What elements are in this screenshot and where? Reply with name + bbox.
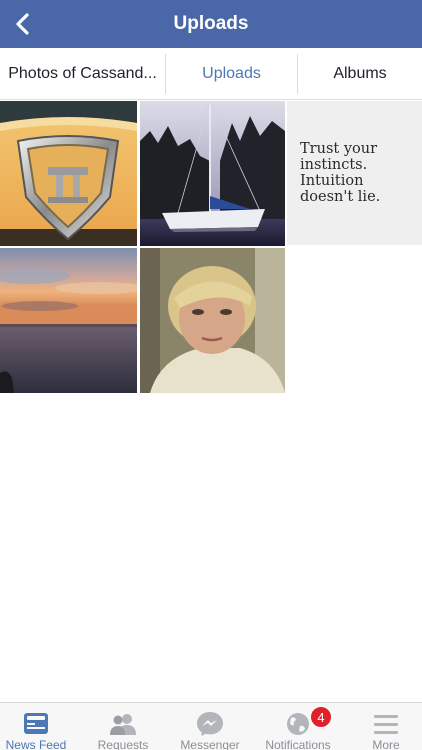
menu-icon xyxy=(374,715,398,734)
bottom-tab-bar: News Feed Requests Messenger Notificatio… xyxy=(0,702,422,750)
tab-more[interactable]: More xyxy=(344,703,422,750)
quote-text: Trust your instincts. Intuition doesn't … xyxy=(300,141,381,205)
tab-albums[interactable]: Albums xyxy=(298,48,422,100)
tab-label: More xyxy=(372,738,400,750)
photo-thumbnail-emblem[interactable] xyxy=(0,101,137,246)
messenger-icon xyxy=(197,712,223,736)
quote-image-tile[interactable]: Trust your instincts. Intuition doesn't … xyxy=(287,101,422,245)
tab-messenger[interactable]: Messenger xyxy=(168,703,252,750)
photo-thumbnail-sailboat[interactable] xyxy=(140,101,285,246)
news-feed-icon xyxy=(24,713,48,734)
sailboat-photo xyxy=(140,101,285,246)
photo-thumbnail-portrait[interactable] xyxy=(140,248,285,393)
photo-tabs: Photos of Cassand... Uploads Albums xyxy=(0,48,422,100)
notifications-badge: 4 xyxy=(310,706,332,728)
emblem-photo xyxy=(0,101,137,246)
globe-icon xyxy=(287,713,309,735)
tab-photos-of[interactable]: Photos of Cassand... xyxy=(0,48,165,100)
requests-icon xyxy=(110,714,136,735)
tab-uploads[interactable]: Uploads xyxy=(166,48,297,100)
tab-requests[interactable]: Requests xyxy=(81,703,165,750)
page-title: Uploads xyxy=(173,13,249,34)
tab-news-feed[interactable]: News Feed xyxy=(0,703,78,750)
navigation-bar: Uploads xyxy=(0,0,422,48)
sunset-photo xyxy=(0,248,137,393)
photo-thumbnail-sunset[interactable] xyxy=(0,248,137,393)
portrait-photo xyxy=(140,248,285,393)
